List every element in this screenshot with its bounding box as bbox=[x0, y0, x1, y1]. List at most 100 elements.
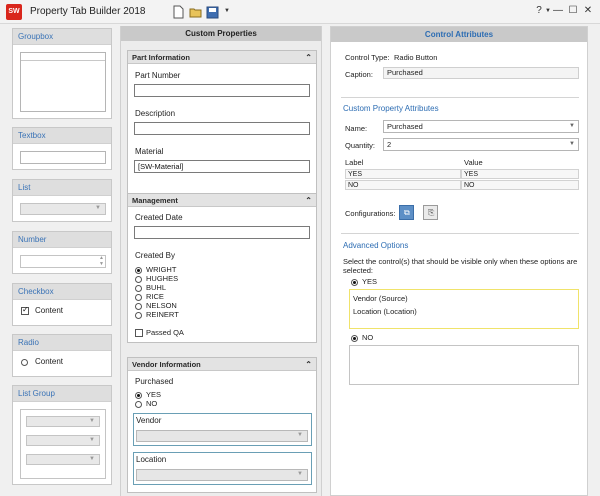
divider bbox=[341, 97, 579, 98]
groupbox-preview bbox=[20, 52, 106, 112]
name-select-value: Purchased bbox=[387, 122, 423, 131]
name-label: Name: bbox=[345, 124, 368, 133]
material-label: Material bbox=[135, 147, 164, 156]
palette-radio-label: Radio bbox=[13, 335, 111, 351]
configuration-all-button[interactable]: ⧉ bbox=[399, 205, 414, 220]
minimize-button[interactable]: — bbox=[551, 4, 565, 18]
vendor-select[interactable]: ▼ bbox=[136, 430, 308, 442]
caption-field[interactable]: Purchased bbox=[383, 67, 579, 79]
created-by-label: Created By bbox=[135, 251, 176, 260]
quantity-select[interactable]: 2 ▼ bbox=[383, 138, 579, 151]
radio-hughes[interactable] bbox=[135, 276, 142, 283]
caption-label: Caption: bbox=[345, 70, 373, 79]
palette-list[interactable]: List ▼ bbox=[12, 179, 112, 222]
radio-nelson[interactable] bbox=[135, 303, 142, 310]
collapse-icon[interactable]: ⌃ bbox=[305, 358, 312, 371]
chevron-down-icon: ▼ bbox=[89, 456, 95, 462]
palette-groupbox[interactable]: Groupbox bbox=[12, 28, 112, 119]
name-select[interactable]: Purchased ▼ bbox=[383, 120, 579, 133]
purchased-label: Purchased bbox=[135, 377, 174, 386]
advanced-no-radio[interactable] bbox=[351, 335, 358, 342]
part-number-field[interactable] bbox=[134, 84, 310, 97]
right-scrollbar[interactable] bbox=[592, 26, 600, 496]
open-folder-icon[interactable] bbox=[189, 5, 202, 19]
group-management[interactable]: Management ⌃ Created Date Created By WRI… bbox=[127, 193, 317, 343]
created-date-label: Created Date bbox=[135, 213, 183, 222]
radio-label-yes: YES bbox=[146, 390, 162, 399]
list-group-select-1: ▼ bbox=[26, 416, 100, 427]
list-group-preview: ▼ ▼ ▼ bbox=[20, 409, 106, 479]
location-select[interactable]: ▼ bbox=[136, 469, 308, 481]
palette-textbox-label: Textbox bbox=[13, 128, 111, 144]
yes-item-vendor[interactable]: Vendor (Source) bbox=[353, 294, 408, 303]
material-field[interactable]: [SW-Material] bbox=[134, 160, 310, 173]
radio-label-reinert: REINERT bbox=[146, 310, 179, 319]
restore-button[interactable]: ☐ bbox=[566, 4, 580, 18]
passed-qa-checkbox[interactable] bbox=[135, 329, 143, 337]
palette-checkbox[interactable]: Checkbox Content bbox=[12, 283, 112, 326]
radio-label-wright: WRIGHT bbox=[146, 265, 177, 274]
collapse-icon[interactable]: ⌃ bbox=[305, 51, 312, 64]
chevron-down-icon: ▼ bbox=[89, 418, 95, 424]
table-cell-label-yes[interactable]: YES bbox=[345, 169, 461, 179]
collapse-icon[interactable]: ⌃ bbox=[305, 194, 312, 207]
palette-groupbox-label: Groupbox bbox=[13, 29, 111, 45]
radio-label-hughes: HUGHES bbox=[146, 274, 179, 283]
new-file-icon[interactable] bbox=[172, 5, 185, 19]
configuration-all-icon: ⧉ bbox=[404, 208, 410, 217]
close-button[interactable]: ✕ bbox=[581, 4, 595, 18]
group-part-information-header: Part Information ⌃ bbox=[128, 51, 316, 64]
vendor-field-container: Vendor ▼ bbox=[133, 413, 312, 446]
passed-qa-label: Passed QA bbox=[146, 328, 184, 337]
number-preview: ▲ ▼ bbox=[20, 255, 106, 268]
table-cell-label-no[interactable]: NO bbox=[345, 180, 461, 190]
configurations-label: Configurations: bbox=[345, 209, 396, 218]
spinner-down-icon: ▼ bbox=[99, 261, 104, 267]
radio-label-buhl: BUHL bbox=[146, 283, 167, 292]
palette-radio[interactable]: Radio Content bbox=[12, 334, 112, 377]
save-dropdown-chevron-icon[interactable]: ▼ bbox=[220, 4, 234, 18]
palette-list-group-label: List Group bbox=[13, 386, 111, 402]
group-part-information[interactable]: Part Information ⌃ Part Number Descripti… bbox=[127, 50, 317, 209]
advanced-yes-label: YES bbox=[362, 277, 378, 286]
control-type-label: Control Type: bbox=[345, 53, 390, 62]
custom-properties-heading: Custom Properties bbox=[121, 26, 321, 41]
advanced-yes-radio[interactable] bbox=[351, 279, 358, 286]
description-field[interactable] bbox=[134, 122, 310, 135]
advanced-options-title: Advanced Options bbox=[343, 241, 409, 250]
palette-textbox[interactable]: Textbox bbox=[12, 127, 112, 170]
radio-rice[interactable] bbox=[135, 294, 142, 301]
list-preview: ▼ bbox=[20, 203, 106, 215]
radio-preview-label: Content bbox=[35, 357, 64, 366]
palette-number[interactable]: Number ▲ ▼ bbox=[12, 231, 112, 274]
no-visible-controls-list[interactable] bbox=[349, 345, 579, 385]
radio-purchased-yes[interactable] bbox=[135, 392, 142, 399]
checkbox-preview-icon bbox=[21, 305, 29, 315]
yes-visible-controls-list[interactable]: Vendor (Source) Location (Location) bbox=[349, 289, 579, 329]
quantity-label: Quantity: bbox=[345, 141, 376, 150]
table-cell-value-yes[interactable]: YES bbox=[461, 169, 579, 179]
radio-buhl[interactable] bbox=[135, 285, 142, 292]
chevron-down-icon: ▼ bbox=[569, 123, 575, 129]
table-cell-value-no[interactable]: NO bbox=[461, 180, 579, 190]
palette-list-label: List bbox=[13, 180, 111, 196]
group-management-header: Management ⌃ bbox=[128, 194, 316, 207]
control-attributes-heading: Control Attributes bbox=[331, 27, 587, 42]
palette-list-group[interactable]: List Group ▼ ▼ ▼ bbox=[12, 385, 112, 485]
radio-purchased-no[interactable] bbox=[135, 401, 142, 408]
group-title: Part Information bbox=[132, 53, 190, 62]
configuration-specific-button[interactable]: ⎘ bbox=[423, 205, 438, 220]
location-field-container: Location ▼ bbox=[133, 452, 312, 485]
group-vendor-information[interactable]: Vendor Information ⌃ Purchased YES NO Ve… bbox=[127, 357, 317, 493]
radio-reinert[interactable] bbox=[135, 312, 142, 319]
created-date-field[interactable] bbox=[134, 226, 310, 239]
yes-item-location[interactable]: Location (Location) bbox=[353, 307, 417, 316]
radio-wright[interactable] bbox=[135, 267, 142, 274]
group-vendor-information-header: Vendor Information ⌃ bbox=[128, 358, 316, 371]
radio-label-no: NO bbox=[146, 399, 158, 408]
radio-preview-icon bbox=[21, 359, 28, 366]
chevron-down-icon: ▼ bbox=[569, 141, 575, 147]
control-attributes-panel: Control Attributes Control Type: Radio B… bbox=[330, 26, 588, 496]
save-icon[interactable] bbox=[206, 5, 219, 19]
list-group-select-2: ▼ bbox=[26, 435, 100, 446]
